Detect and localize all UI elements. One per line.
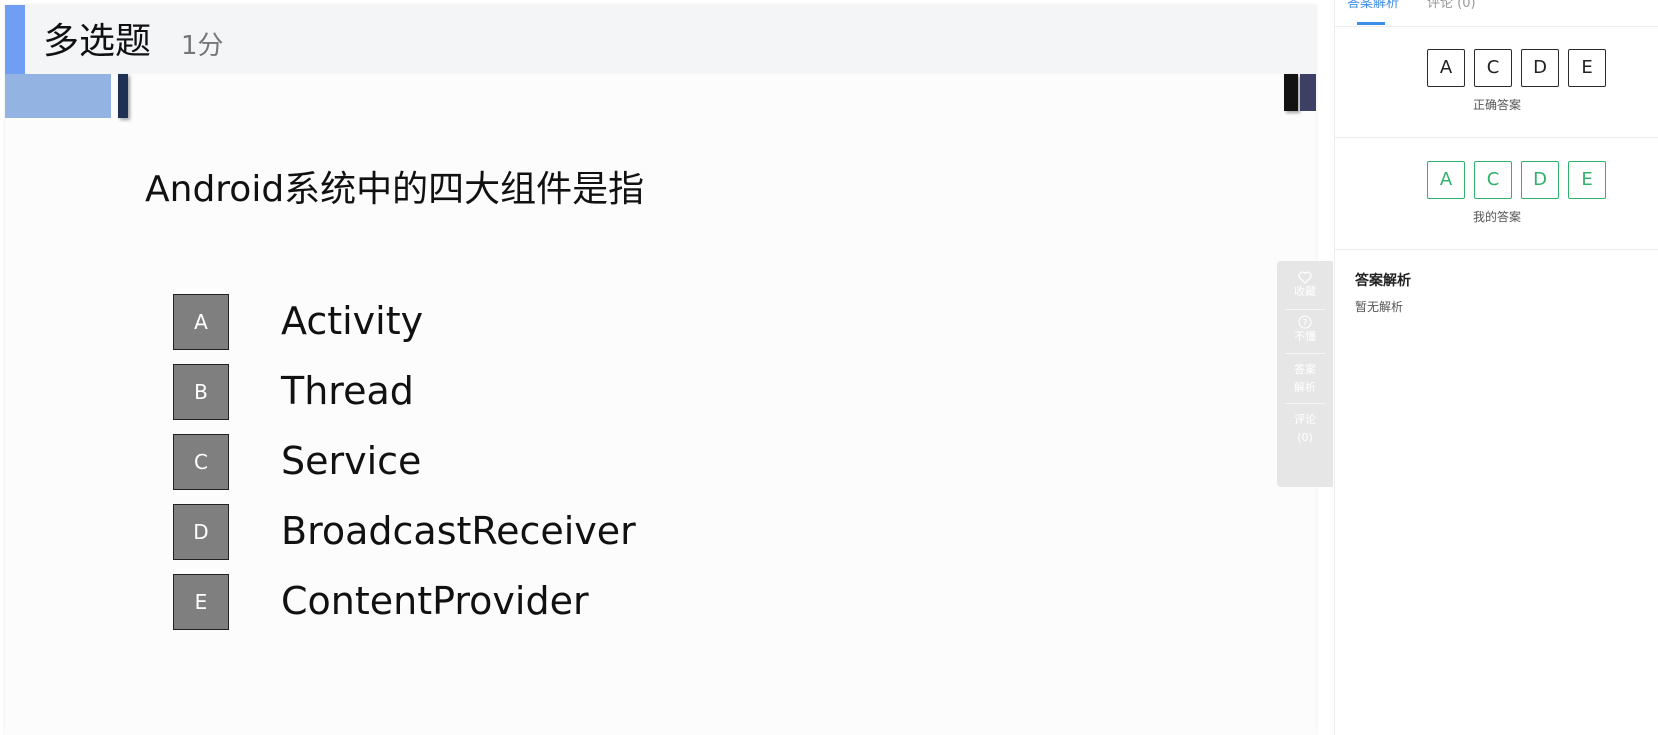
question-circle-icon: ?	[1298, 315, 1312, 329]
divider	[1335, 249, 1658, 250]
my-answer-chip: A	[1427, 161, 1465, 199]
active-tab-indicator	[1357, 22, 1385, 25]
slide-decoration-bar	[1284, 74, 1298, 111]
question-type-label: 多选题	[43, 21, 152, 62]
slide-decoration-bar	[118, 74, 128, 118]
answer-panel: 答案解析 评论 (0) A C D E 正确答案 A C D E 我的答案 答案…	[1334, 0, 1658, 735]
divider	[1335, 137, 1658, 138]
option-letter-box[interactable]: C	[173, 434, 229, 490]
comments-count: (0)	[1297, 431, 1313, 444]
slide-decoration-block	[5, 74, 111, 118]
my-answer-chip: C	[1474, 161, 1512, 199]
tab-answer-analysis[interactable]: 答案解析	[1347, 0, 1399, 12]
correct-answer-chip: A	[1427, 49, 1465, 87]
correct-answer-chip: E	[1568, 49, 1606, 87]
my-answer-chip: E	[1568, 161, 1606, 199]
comments-label: 评论	[1294, 413, 1316, 426]
option-text: Activity	[281, 299, 424, 343]
option-letter-box[interactable]: B	[173, 364, 229, 420]
option-text: Thread	[281, 369, 414, 413]
tool-separator	[1285, 309, 1325, 310]
answer-analysis-label: 答案	[1294, 363, 1316, 376]
question-stem: Android系统中的四大组件是指	[145, 169, 645, 210]
tab-comments[interactable]: 评论 (0)	[1427, 0, 1476, 12]
option-letter-box[interactable]: D	[173, 504, 229, 560]
option-text: ContentProvider	[281, 579, 589, 623]
tool-separator	[1285, 403, 1325, 404]
comments-button[interactable]: 评论 (0)	[1285, 411, 1325, 447]
panel-tabs: 答案解析 评论 (0)	[1335, 0, 1658, 27]
question-slide: 多选题 1分 Android系统中的四大组件是指 A Activity B Th…	[5, 5, 1316, 735]
answer-analysis-label: 解析	[1294, 381, 1316, 394]
option-text: Service	[281, 439, 422, 483]
not-understand-button[interactable]: ? 不懂	[1285, 313, 1325, 354]
favorite-label: 收藏	[1294, 285, 1316, 298]
slide-decoration-bar	[1300, 74, 1316, 111]
not-understand-label: 不懂	[1294, 330, 1316, 343]
option-letter-box[interactable]: E	[173, 574, 229, 630]
my-answer-chip: D	[1521, 161, 1559, 199]
correct-answer-chip: D	[1521, 49, 1559, 87]
correct-answer-chip: C	[1474, 49, 1512, 87]
header-accent-bar	[5, 5, 25, 74]
question-tool-bar: 收藏 ? 不懂 答案 解析 评论 (0)	[1277, 261, 1333, 487]
correct-answer-label: 正确答案	[1472, 98, 1521, 112]
answer-analysis-button[interactable]: 答案 解析	[1285, 361, 1325, 404]
option-letter-box[interactable]: A	[173, 294, 229, 350]
question-score: 1分	[181, 31, 224, 61]
my-answer-label: 我的答案	[1472, 210, 1521, 224]
heart-icon	[1298, 271, 1312, 284]
analysis-body: 暂无解析	[1355, 300, 1404, 314]
favorite-button[interactable]: 收藏	[1285, 267, 1325, 310]
question-type-header: 多选题 1分	[5, 5, 1316, 74]
analysis-heading: 答案解析	[1355, 273, 1411, 289]
tool-separator	[1285, 353, 1325, 354]
option-text: BroadcastReceiver	[281, 509, 636, 553]
svg-text:?: ?	[1303, 319, 1308, 329]
